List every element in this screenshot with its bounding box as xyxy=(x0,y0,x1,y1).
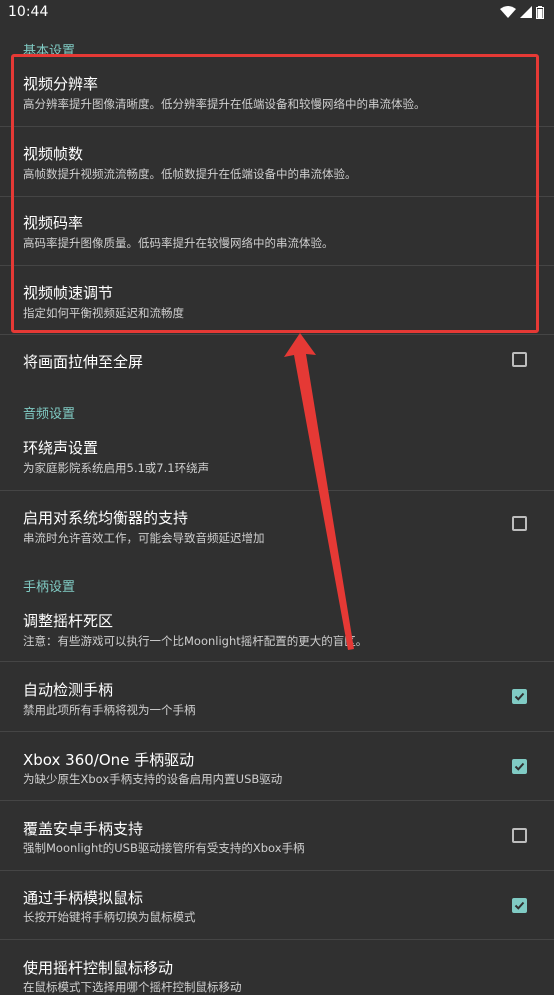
setting-title: Xbox 360/One 手柄驱动 xyxy=(23,751,195,769)
xbox-driver-checkbox[interactable] xyxy=(512,759,527,774)
setting-title: 自动检测手柄 xyxy=(23,681,114,699)
setting-title: 覆盖安卓手柄支持 xyxy=(23,820,144,838)
setting-auto-detect-gamepad[interactable]: 自动检测手柄 禁用此项所有手柄将视为一个手柄 xyxy=(0,662,554,730)
setting-mouse-emulation[interactable]: 通过手柄模拟鼠标 长按开始键将手柄切换为鼠标模式 xyxy=(0,871,554,939)
equalizer-checkbox[interactable] xyxy=(512,516,527,531)
setting-xbox-driver[interactable]: Xbox 360/One 手柄驱动 为缺少原生Xbox手柄支持的设备启用内置US… xyxy=(0,732,554,800)
mouse-emulation-checkbox[interactable] xyxy=(512,898,527,913)
setting-system-equalizer[interactable]: 启用对系统均衡器的支持 串流时允许音效工作，可能会导致音频延迟增加 xyxy=(0,491,554,559)
stretch-checkbox[interactable] xyxy=(512,352,527,367)
annotation-highlight-box xyxy=(11,54,539,333)
setting-surround-sound[interactable]: 环绕声设置 为家庭影院系统启用5.1或7.1环绕声 xyxy=(0,422,554,490)
auto-detect-checkbox[interactable] xyxy=(512,689,527,704)
setting-summary: 为缺少原生Xbox手柄支持的设备启用内置USB驱动 xyxy=(23,772,283,786)
setting-title: 使用摇杆控制鼠标移动 xyxy=(23,959,174,977)
override-android-checkbox[interactable] xyxy=(512,828,527,843)
setting-title: 调整摇杆死区 xyxy=(23,612,114,630)
setting-summary: 注意：有些游戏可以执行一个比Moonlight摇杆配置的更大的盲区。 xyxy=(23,634,368,648)
setting-summary: 禁用此项所有手柄将视为一个手柄 xyxy=(23,703,196,717)
setting-title: 环绕声设置 xyxy=(23,439,99,457)
setting-title: 启用对系统均衡器的支持 xyxy=(23,509,189,527)
setting-summary: 串流时允许音效工作，可能会导致音频延迟增加 xyxy=(23,531,265,545)
setting-stick-deadzone[interactable]: 调整摇杆死区 注意：有些游戏可以执行一个比Moonlight摇杆配置的更大的盲区… xyxy=(0,595,554,661)
setting-summary: 长按开始键将手柄切换为鼠标模式 xyxy=(23,910,196,924)
setting-override-android-support[interactable]: 覆盖安卓手柄支持 强制Moonlight的USB驱动接管所有受支持的Xbox手柄 xyxy=(0,801,554,869)
wifi-icon xyxy=(500,6,516,18)
setting-title: 通过手柄模拟鼠标 xyxy=(23,889,144,907)
section-header-audio: 音频设置 xyxy=(23,407,76,422)
status-time: 10:44 xyxy=(8,4,49,20)
setting-stretch-fullscreen[interactable]: 将画面拉伸至全屏 xyxy=(0,335,554,385)
setting-title: 将画面拉伸至全屏 xyxy=(23,353,144,371)
battery-icon xyxy=(536,5,544,19)
setting-summary: 在鼠标模式下选择用哪个摇杆控制鼠标移动 xyxy=(23,980,242,994)
setting-summary: 为家庭影院系统启用5.1或7.1环绕声 xyxy=(23,461,210,475)
status-icons xyxy=(500,5,544,19)
signal-icon xyxy=(520,6,532,18)
setting-summary: 强制Moonlight的USB驱动接管所有受支持的Xbox手柄 xyxy=(23,841,305,855)
section-header-gamepad: 手柄设置 xyxy=(23,580,76,595)
check-icon xyxy=(514,762,525,771)
check-icon xyxy=(514,901,525,910)
status-bar: 10:44 xyxy=(0,0,554,24)
check-icon xyxy=(514,692,525,701)
setting-stick-mouse-control[interactable]: 使用摇杆控制鼠标移动 在鼠标模式下选择用哪个摇杆控制鼠标移动 xyxy=(0,940,554,994)
